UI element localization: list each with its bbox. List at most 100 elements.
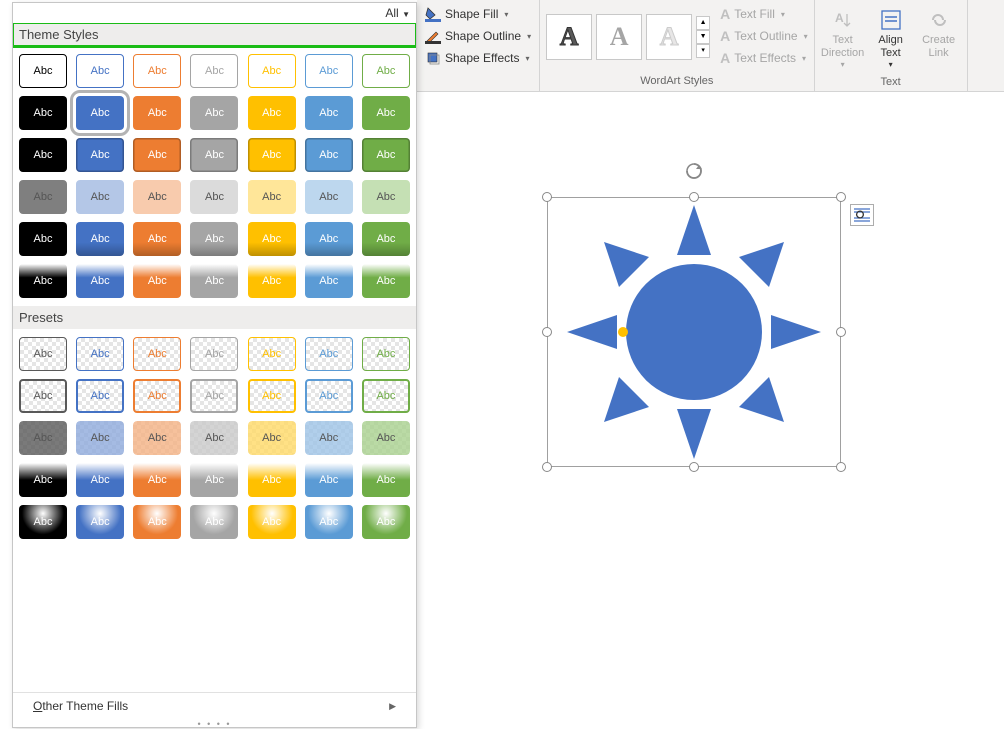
preset-style-swatch[interactable]: Abc xyxy=(133,463,181,497)
resize-handle-tr[interactable] xyxy=(836,192,846,202)
theme-style-swatch[interactable]: Abc xyxy=(190,180,238,214)
gallery-resize-grip[interactable]: • • • • xyxy=(13,719,416,727)
theme-style-swatch[interactable]: Abc xyxy=(362,264,410,298)
theme-style-swatch[interactable]: Abc xyxy=(19,222,67,256)
other-theme-fills[interactable]: Other Theme Fills ▶ xyxy=(13,692,416,719)
preset-style-swatch[interactable]: Abc xyxy=(19,463,67,497)
theme-style-swatch[interactable]: Abc xyxy=(133,222,181,256)
text-direction-button[interactable]: A TextDirection▾ xyxy=(819,4,867,74)
layout-options-button[interactable] xyxy=(850,204,874,226)
theme-style-swatch[interactable]: Abc xyxy=(248,96,296,130)
preset-style-swatch[interactable]: Abc xyxy=(248,463,296,497)
wordart-expand[interactable]: ▾ xyxy=(696,44,710,58)
preset-style-swatch[interactable]: Abc xyxy=(19,337,67,371)
theme-style-swatch[interactable]: Abc xyxy=(190,222,238,256)
text-fill-button[interactable]: A Text Fill▾ xyxy=(720,4,808,24)
theme-style-swatch[interactable]: Abc xyxy=(76,222,124,256)
theme-style-swatch[interactable]: Abc xyxy=(305,138,353,172)
preset-style-swatch[interactable]: Abc xyxy=(248,421,296,455)
preset-style-swatch[interactable]: Abc xyxy=(362,379,410,413)
preset-style-swatch[interactable]: Abc xyxy=(133,505,181,539)
shape-fill-button[interactable]: Shape Fill▾ xyxy=(423,4,533,24)
theme-style-swatch[interactable]: Abc xyxy=(248,264,296,298)
theme-style-swatch[interactable]: Abc xyxy=(362,138,410,172)
shape-effects-button[interactable]: Shape Effects▾ xyxy=(423,48,533,68)
preset-style-swatch[interactable]: Abc xyxy=(305,379,353,413)
preset-style-swatch[interactable]: Abc xyxy=(190,379,238,413)
preset-style-swatch[interactable]: Abc xyxy=(19,379,67,413)
text-outline-button[interactable]: A Text Outline▾ xyxy=(720,26,808,46)
theme-style-swatch[interactable]: Abc xyxy=(305,264,353,298)
wordart-scroll-down[interactable]: ▼ xyxy=(696,30,710,44)
resize-handle-br[interactable] xyxy=(836,462,846,472)
preset-style-swatch[interactable]: Abc xyxy=(19,505,67,539)
preset-style-swatch[interactable]: Abc xyxy=(362,505,410,539)
preset-style-swatch[interactable]: Abc xyxy=(362,337,410,371)
theme-style-swatch[interactable]: Abc xyxy=(248,180,296,214)
resize-handle-tm[interactable] xyxy=(689,192,699,202)
resize-handle-bl[interactable] xyxy=(542,462,552,472)
adjustment-handle[interactable] xyxy=(618,327,628,337)
theme-style-swatch[interactable]: Abc xyxy=(133,264,181,298)
preset-style-swatch[interactable]: Abc xyxy=(305,337,353,371)
preset-style-swatch[interactable]: Abc xyxy=(133,379,181,413)
preset-style-swatch[interactable]: Abc xyxy=(76,421,124,455)
theme-style-swatch[interactable]: Abc xyxy=(305,222,353,256)
preset-style-swatch[interactable]: Abc xyxy=(190,505,238,539)
theme-style-swatch[interactable]: Abc xyxy=(190,264,238,298)
preset-style-swatch[interactable]: Abc xyxy=(362,463,410,497)
preset-style-swatch[interactable]: Abc xyxy=(305,421,353,455)
create-link-button[interactable]: CreateLink xyxy=(915,4,963,74)
theme-style-swatch[interactable]: Abc xyxy=(76,138,124,172)
preset-style-swatch[interactable]: Abc xyxy=(19,421,67,455)
theme-style-swatch[interactable]: Abc xyxy=(76,54,124,88)
preset-style-swatch[interactable]: Abc xyxy=(133,337,181,371)
preset-style-swatch[interactable]: Abc xyxy=(248,379,296,413)
theme-style-swatch[interactable]: Abc xyxy=(190,138,238,172)
preset-style-swatch[interactable]: Abc xyxy=(248,505,296,539)
rotate-handle[interactable] xyxy=(684,161,704,181)
theme-style-swatch[interactable]: Abc xyxy=(190,54,238,88)
document-canvas[interactable] xyxy=(417,92,1004,728)
align-text-button[interactable]: AlignText▾ xyxy=(867,4,915,74)
theme-style-swatch[interactable]: Abc xyxy=(76,96,124,130)
theme-style-swatch[interactable]: Abc xyxy=(133,54,181,88)
theme-style-swatch[interactable]: Abc xyxy=(248,222,296,256)
theme-style-swatch[interactable]: Abc xyxy=(305,96,353,130)
theme-style-swatch[interactable]: Abc xyxy=(19,54,67,88)
preset-style-swatch[interactable]: Abc xyxy=(133,421,181,455)
wordart-gallery[interactable]: A A A ▲ ▼ ▾ xyxy=(540,0,714,73)
preset-style-swatch[interactable]: Abc xyxy=(76,337,124,371)
shape-outline-button[interactable]: Shape Outline▾ xyxy=(423,26,533,46)
preset-style-swatch[interactable]: Abc xyxy=(305,463,353,497)
theme-style-swatch[interactable]: Abc xyxy=(362,180,410,214)
resize-handle-bm[interactable] xyxy=(689,462,699,472)
theme-style-swatch[interactable]: Abc xyxy=(248,138,296,172)
theme-style-swatch[interactable]: Abc xyxy=(133,180,181,214)
resize-handle-ml[interactable] xyxy=(542,327,552,337)
theme-style-swatch[interactable]: Abc xyxy=(248,54,296,88)
theme-style-swatch[interactable]: Abc xyxy=(76,180,124,214)
preset-style-swatch[interactable]: Abc xyxy=(190,421,238,455)
theme-style-swatch[interactable]: Abc xyxy=(133,138,181,172)
gallery-filter-all[interactable]: All ▼ xyxy=(385,6,410,20)
theme-style-swatch[interactable]: Abc xyxy=(19,96,67,130)
theme-style-swatch[interactable]: Abc xyxy=(305,54,353,88)
preset-style-swatch[interactable]: Abc xyxy=(248,337,296,371)
theme-style-swatch[interactable]: Abc xyxy=(190,96,238,130)
preset-style-swatch[interactable]: Abc xyxy=(362,421,410,455)
resize-handle-tl[interactable] xyxy=(542,192,552,202)
theme-style-swatch[interactable]: Abc xyxy=(362,54,410,88)
preset-style-swatch[interactable]: Abc xyxy=(76,505,124,539)
theme-style-swatch[interactable]: Abc xyxy=(133,96,181,130)
theme-style-swatch[interactable]: Abc xyxy=(19,180,67,214)
preset-style-swatch[interactable]: Abc xyxy=(76,463,124,497)
preset-style-swatch[interactable]: Abc xyxy=(190,337,238,371)
text-effects-button[interactable]: A Text Effects▾ xyxy=(720,48,808,68)
wordart-style-3[interactable]: A xyxy=(646,14,692,60)
theme-style-swatch[interactable]: Abc xyxy=(19,138,67,172)
wordart-style-1[interactable]: A xyxy=(546,14,592,60)
resize-handle-mr[interactable] xyxy=(836,327,846,337)
preset-style-swatch[interactable]: Abc xyxy=(190,463,238,497)
theme-style-swatch[interactable]: Abc xyxy=(76,264,124,298)
